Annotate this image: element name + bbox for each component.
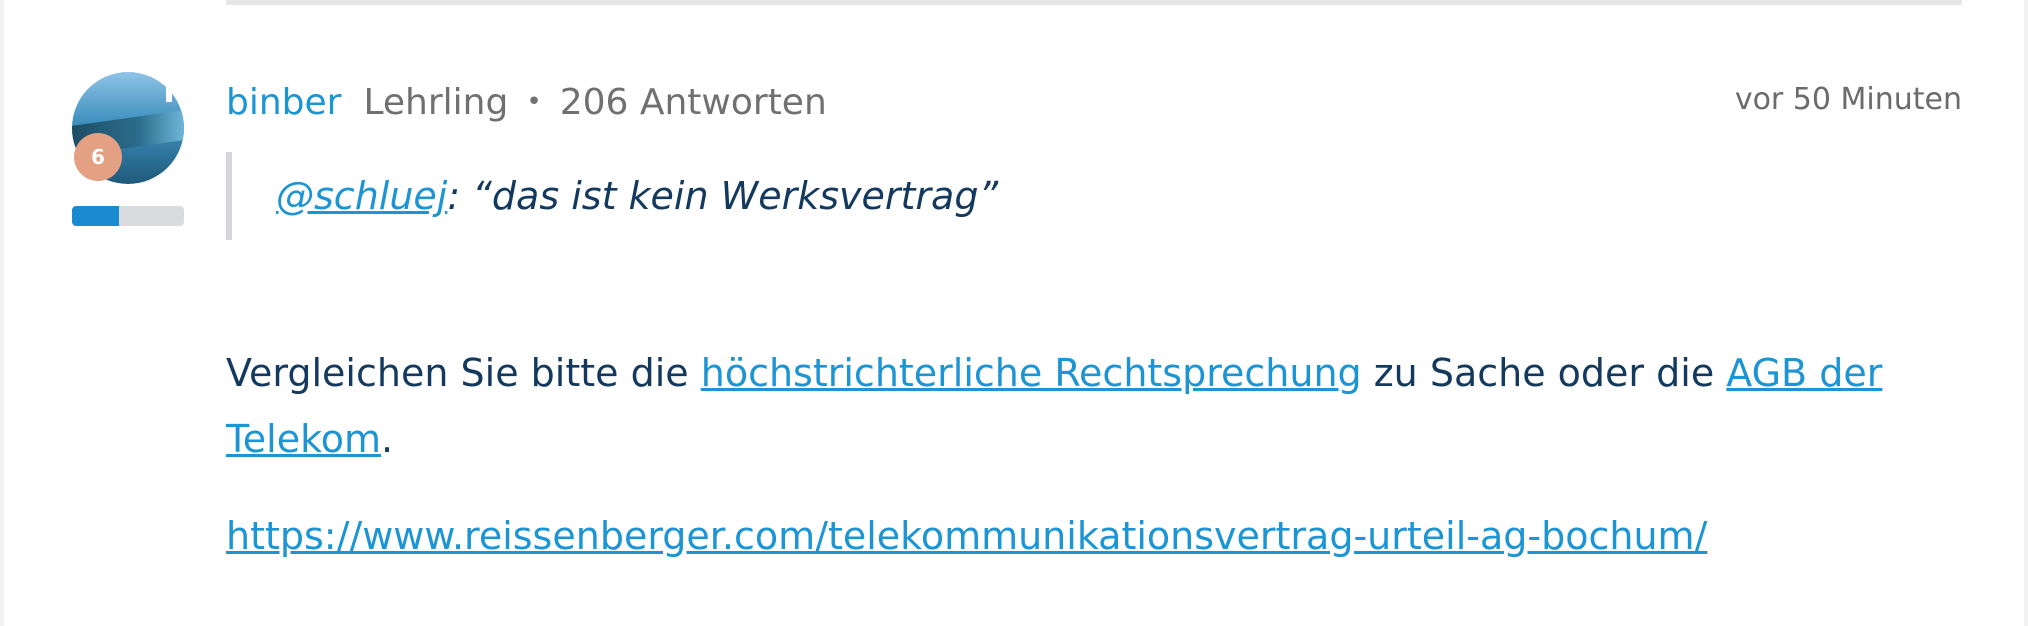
divider — [226, 0, 1962, 5]
author-name-link[interactable]: binber — [226, 82, 341, 123]
post-body: Vergleichen Sie bitte die höchstrichterl… — [226, 340, 1946, 472]
avatar-detail — [166, 82, 172, 102]
body-text-1: Vergleichen Sie bitte die — [226, 351, 701, 395]
author-meta: binber Lehrling • 206 Antworten — [226, 78, 827, 126]
body-text-2: zu Sache oder die — [1361, 351, 1727, 395]
link-rechtsprechung[interactable]: höchstrichterliche Rechtsprechung — [701, 351, 1362, 395]
level-badge: 6 — [74, 133, 122, 181]
author-rank: Lehrling — [363, 81, 509, 123]
meta-separator: • — [526, 87, 542, 117]
external-url-link[interactable]: https://www.reissenberger.com/telekommun… — [226, 514, 1707, 558]
post-timestamp[interactable]: vor 50 Minuten — [1735, 82, 1962, 117]
rank-progress-fill — [72, 206, 120, 226]
rank-progress-bar — [72, 206, 184, 226]
body-text-3: . — [381, 417, 394, 461]
mention-link[interactable]: @schluej — [276, 174, 447, 218]
quote-block: @schluej: “das ist kein Werksvertrag” — [226, 152, 1726, 240]
quote-text: : “das ist kein Werksvertrag” — [447, 174, 999, 218]
author-avatar-group[interactable]: 6 — [72, 72, 184, 184]
url-paragraph: https://www.reissenberger.com/telekommun… — [226, 506, 1707, 566]
author-answer-count: 206 Antworten — [559, 81, 827, 123]
